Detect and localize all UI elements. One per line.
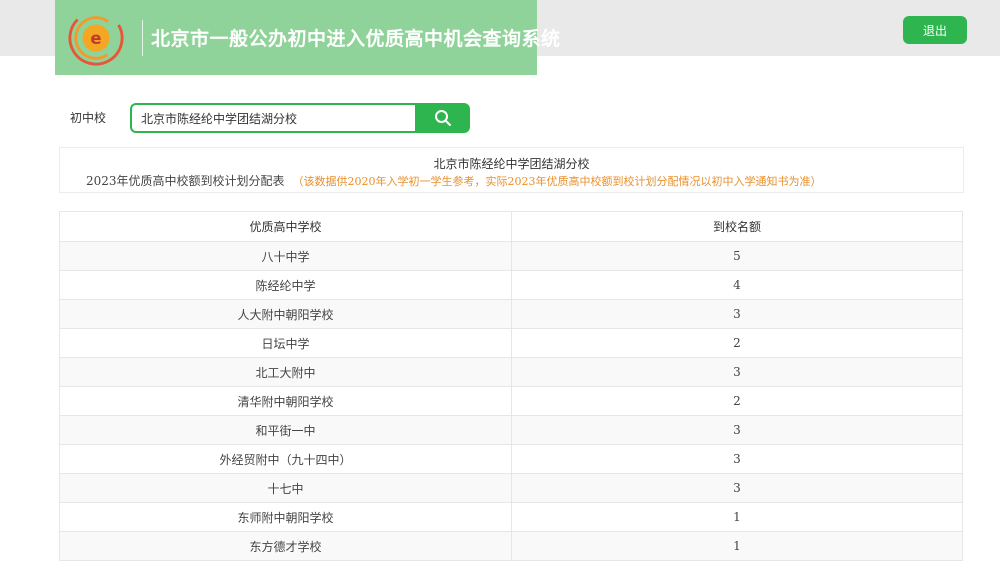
svg-text:e: e bbox=[90, 29, 101, 48]
school-cell: 八十中学 bbox=[59, 241, 512, 271]
column-header-quota: 到校名额 bbox=[511, 211, 963, 242]
school-cell: 东方德才学校 bbox=[59, 531, 512, 561]
plan-line: 2023年优质高中校额到校计划分配表 （该数据供2020年入学初一学生参考，实际2… bbox=[86, 172, 822, 189]
table-row: 清华附中朝阳学校 2 bbox=[59, 386, 963, 416]
search-button[interactable] bbox=[415, 103, 470, 133]
school-name: 北京市陈经纶中学团结湖分校 bbox=[433, 157, 590, 171]
table-row: 陈经纶中学 4 bbox=[59, 270, 963, 300]
brand-divider bbox=[142, 20, 143, 56]
column-header-school: 优质高中学校 bbox=[59, 211, 512, 242]
quota-table: 优质高中学校 到校名额 八十中学 5 陈经纶中学 4 人大附中朝阳学校 3 日坛… bbox=[59, 211, 963, 561]
logo-icon: e bbox=[68, 10, 124, 66]
quota-cell: 5 bbox=[511, 241, 963, 271]
brand-banner: e 北京市一般公办初中进入优质高中机会查询系统 bbox=[55, 0, 560, 75]
result-info-box: 北京市陈经纶中学团结湖分校 2023年优质高中校额到校计划分配表 （该数据供202… bbox=[59, 147, 964, 193]
logout-button[interactable]: 退出 bbox=[903, 16, 967, 44]
table-row: 八十中学 5 bbox=[59, 241, 963, 271]
quota-cell: 3 bbox=[511, 299, 963, 329]
school-cell: 北工大附中 bbox=[59, 357, 512, 387]
table-row: 东方德才学校 1 bbox=[59, 531, 963, 561]
quota-cell: 1 bbox=[511, 502, 963, 532]
school-cell: 日坛中学 bbox=[59, 328, 512, 358]
school-cell: 陈经纶中学 bbox=[59, 270, 512, 300]
quota-table-container: 优质高中学校 到校名额 八十中学 5 陈经纶中学 4 人大附中朝阳学校 3 日坛… bbox=[59, 211, 963, 561]
quota-cell: 1 bbox=[511, 531, 963, 561]
table-row: 和平街一中 3 bbox=[59, 415, 963, 445]
plan-title: 2023年优质高中校额到校计划分配表 bbox=[86, 174, 285, 188]
page-title: 北京市一般公办初中进入优质高中机会查询系统 bbox=[151, 28, 561, 50]
table-header-row: 优质高中学校 到校名额 bbox=[59, 211, 963, 242]
table-row: 日坛中学 2 bbox=[59, 328, 963, 358]
school-cell: 清华附中朝阳学校 bbox=[59, 386, 512, 416]
school-cell: 人大附中朝阳学校 bbox=[59, 299, 512, 329]
school-cell: 和平街一中 bbox=[59, 415, 512, 445]
plan-note: （该数据供2020年入学初一学生参考，实际2023年优质高中校额到校计划分配情况… bbox=[292, 175, 822, 188]
school-cell: 东师附中朝阳学校 bbox=[59, 502, 512, 532]
quota-cell: 2 bbox=[511, 386, 963, 416]
table-row: 十七中 3 bbox=[59, 473, 963, 503]
school-cell: 十七中 bbox=[59, 473, 512, 503]
quota-cell: 4 bbox=[511, 270, 963, 300]
school-cell: 外经贸附中（九十四中） bbox=[59, 444, 512, 474]
table-row: 东师附中朝阳学校 1 bbox=[59, 502, 963, 532]
quota-cell: 2 bbox=[511, 328, 963, 358]
table-row: 北工大附中 3 bbox=[59, 357, 963, 387]
search-label: 初中校 bbox=[70, 111, 107, 125]
quota-cell: 3 bbox=[511, 357, 963, 387]
quota-cell: 3 bbox=[511, 473, 963, 503]
search-icon bbox=[434, 110, 451, 126]
search-input[interactable] bbox=[130, 103, 417, 133]
quota-cell: 3 bbox=[511, 415, 963, 445]
table-row: 人大附中朝阳学校 3 bbox=[59, 299, 963, 329]
table-row: 外经贸附中（九十四中） 3 bbox=[59, 444, 963, 474]
quota-cell: 3 bbox=[511, 444, 963, 474]
